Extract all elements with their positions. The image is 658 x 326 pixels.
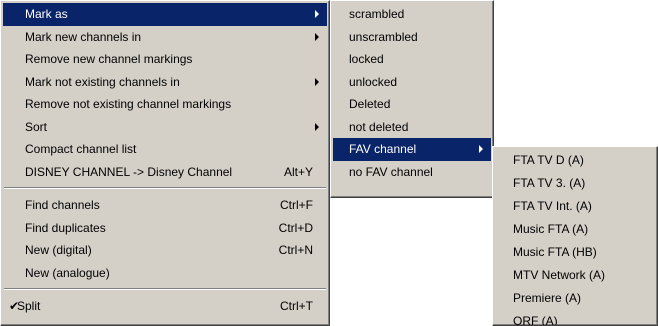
menu-item-label: Mark not existing channels in [25, 74, 180, 89]
checkmark-icon: ✔ [9, 299, 20, 313]
menu-item-rename-disney-channel[interactable]: DISNEY CHANNEL -> Disney Channel Alt+Y [3, 161, 327, 184]
menu-separator [4, 187, 326, 189]
menu-item-label: Mark as [25, 7, 68, 21]
menu-item-label: not deleted [349, 119, 409, 134]
menu-item-label: unlocked [349, 74, 398, 89]
menu-item-shortcut: Ctrl+T [280, 299, 313, 313]
menu-item-new-digital[interactable]: New (digital) Ctrl+N [3, 239, 327, 262]
menu-item-find-duplicates[interactable]: Find duplicates Ctrl+D [3, 217, 327, 240]
menu-item-label: Remove new channel markings [25, 52, 193, 66]
menu-item-remove-not-existing-channel-markings[interactable]: Remove not existing channel markings [3, 93, 327, 116]
menu-item-label: Mark new channels in [25, 29, 142, 44]
menu-item-label: FTA TV 3. (A) [513, 176, 586, 190]
menu-item-fav-list[interactable]: ORF (A) [495, 310, 655, 326]
menu-item-label: Music FTA (A) [513, 222, 589, 236]
menu-item-label: Music FTA (HB) [513, 245, 597, 259]
menu-item-no-fav-channel[interactable]: no FAV channel [333, 161, 491, 184]
menu-item-shortcut: Alt+Y [283, 164, 313, 179]
menu-item-label: locked [349, 52, 384, 66]
menu-separator [4, 288, 326, 290]
submenu-arrow-icon [315, 77, 319, 86]
menu-item-new-analogue[interactable]: New (analogue) [3, 262, 327, 285]
menu-item-deleted[interactable]: Deleted [333, 93, 491, 116]
menu-item-fav-list[interactable]: Music FTA (HB) [495, 241, 655, 264]
submenu-arrow-icon [315, 10, 319, 19]
menu-item-fav-channel[interactable]: FAV channel [333, 138, 491, 161]
menu-item-label: ORF (A) [513, 314, 558, 326]
menu-item-mark-new-channels-in[interactable]: Mark new channels in [3, 26, 327, 49]
menu-item-shortcut: Ctrl+D [278, 220, 313, 235]
menu-item-label: Find duplicates [25, 220, 106, 235]
menu-item-scrambled[interactable]: scrambled [333, 3, 491, 26]
submenu-arrow-icon [315, 122, 319, 131]
mark-as-submenu: scrambled unscrambled locked unlocked De… [330, 0, 494, 198]
menu-item-fav-list[interactable]: Premiere (A) [495, 287, 655, 310]
menu-item-fav-list[interactable]: FTA TV D (A) [495, 149, 655, 172]
submenu-arrow-icon [479, 145, 483, 154]
menu-item-label: no FAV channel [349, 164, 433, 179]
menu-item-shortcut: Ctrl+F [280, 198, 313, 212]
menu-item-fav-list[interactable]: FTA TV 3. (A) [495, 172, 655, 195]
menu-item-label: DISNEY CHANNEL -> Disney Channel [25, 164, 233, 179]
submenu-arrow-icon [315, 32, 319, 41]
menu-item-label: Deleted [349, 97, 391, 111]
menu-item-label: Split [17, 299, 41, 313]
menu-item-label: Remove not existing channel markings [25, 97, 232, 111]
menu-item-label: Find channels [25, 198, 100, 212]
menu-item-label: unscrambled [349, 29, 418, 44]
fav-channel-submenu: FTA TV D (A) FTA TV 3. (A) FTA TV Int. (… [492, 146, 658, 326]
menu-item-label: Premiere (A) [513, 291, 582, 305]
menu-item-label: New (digital) [25, 243, 92, 257]
menu-item-unlocked[interactable]: unlocked [333, 71, 491, 94]
menu-item-fav-list[interactable]: MTV Network (A) [495, 264, 655, 287]
menu-item-fav-list[interactable]: FTA TV Int. (A) [495, 195, 655, 218]
menu-item-label: New (analogue) [25, 265, 110, 280]
menu-item-label: scrambled [349, 7, 405, 21]
main-context-menu: Mark as Mark new channels in Remove new … [0, 0, 330, 326]
menu-item-label: Compact channel list [25, 142, 137, 156]
menu-item-not-deleted[interactable]: not deleted [333, 116, 491, 139]
menu-item-mark-as[interactable]: Mark as [3, 3, 327, 26]
menu-item-label: FTA TV Int. (A) [513, 199, 592, 213]
menu-item-remove-new-channel-markings[interactable]: Remove new channel markings [3, 48, 327, 71]
menu-item-find-channels[interactable]: Find channels Ctrl+F [3, 194, 327, 217]
menu-item-fav-list[interactable]: Music FTA (A) [495, 218, 655, 241]
menu-item-split[interactable]: ✔ Split Ctrl+T [3, 295, 327, 318]
menu-item-sort[interactable]: Sort [3, 116, 327, 139]
menu-item-label: Sort [25, 119, 48, 134]
menu-item-shortcut: Ctrl+N [278, 243, 313, 257]
menu-item-compact-channel-list[interactable]: Compact channel list [3, 138, 327, 161]
menu-item-mark-not-existing-channels-in[interactable]: Mark not existing channels in [3, 71, 327, 94]
menu-item-unscrambled[interactable]: unscrambled [333, 26, 491, 49]
menu-item-label: FTA TV D (A) [513, 153, 584, 167]
menu-item-locked[interactable]: locked [333, 48, 491, 71]
menu-item-label: MTV Network (A) [513, 268, 606, 282]
menu-item-label: FAV channel [349, 142, 417, 156]
